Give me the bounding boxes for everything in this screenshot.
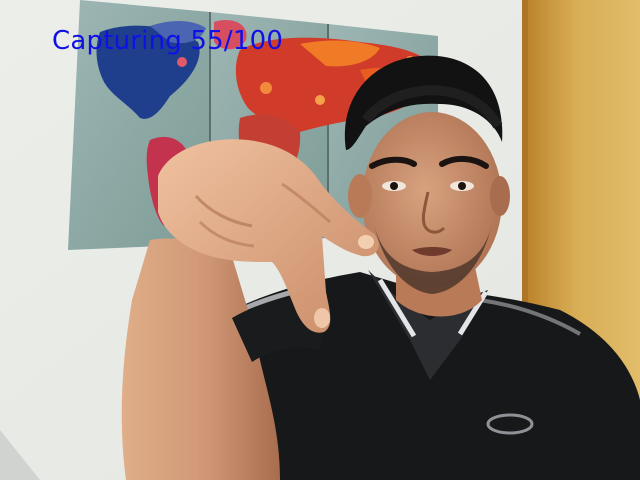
- webcam-image: [0, 0, 640, 480]
- capture-progress-label: Capturing 55/100: [52, 26, 284, 56]
- webcam-frame: Capturing 55/100: [0, 0, 640, 480]
